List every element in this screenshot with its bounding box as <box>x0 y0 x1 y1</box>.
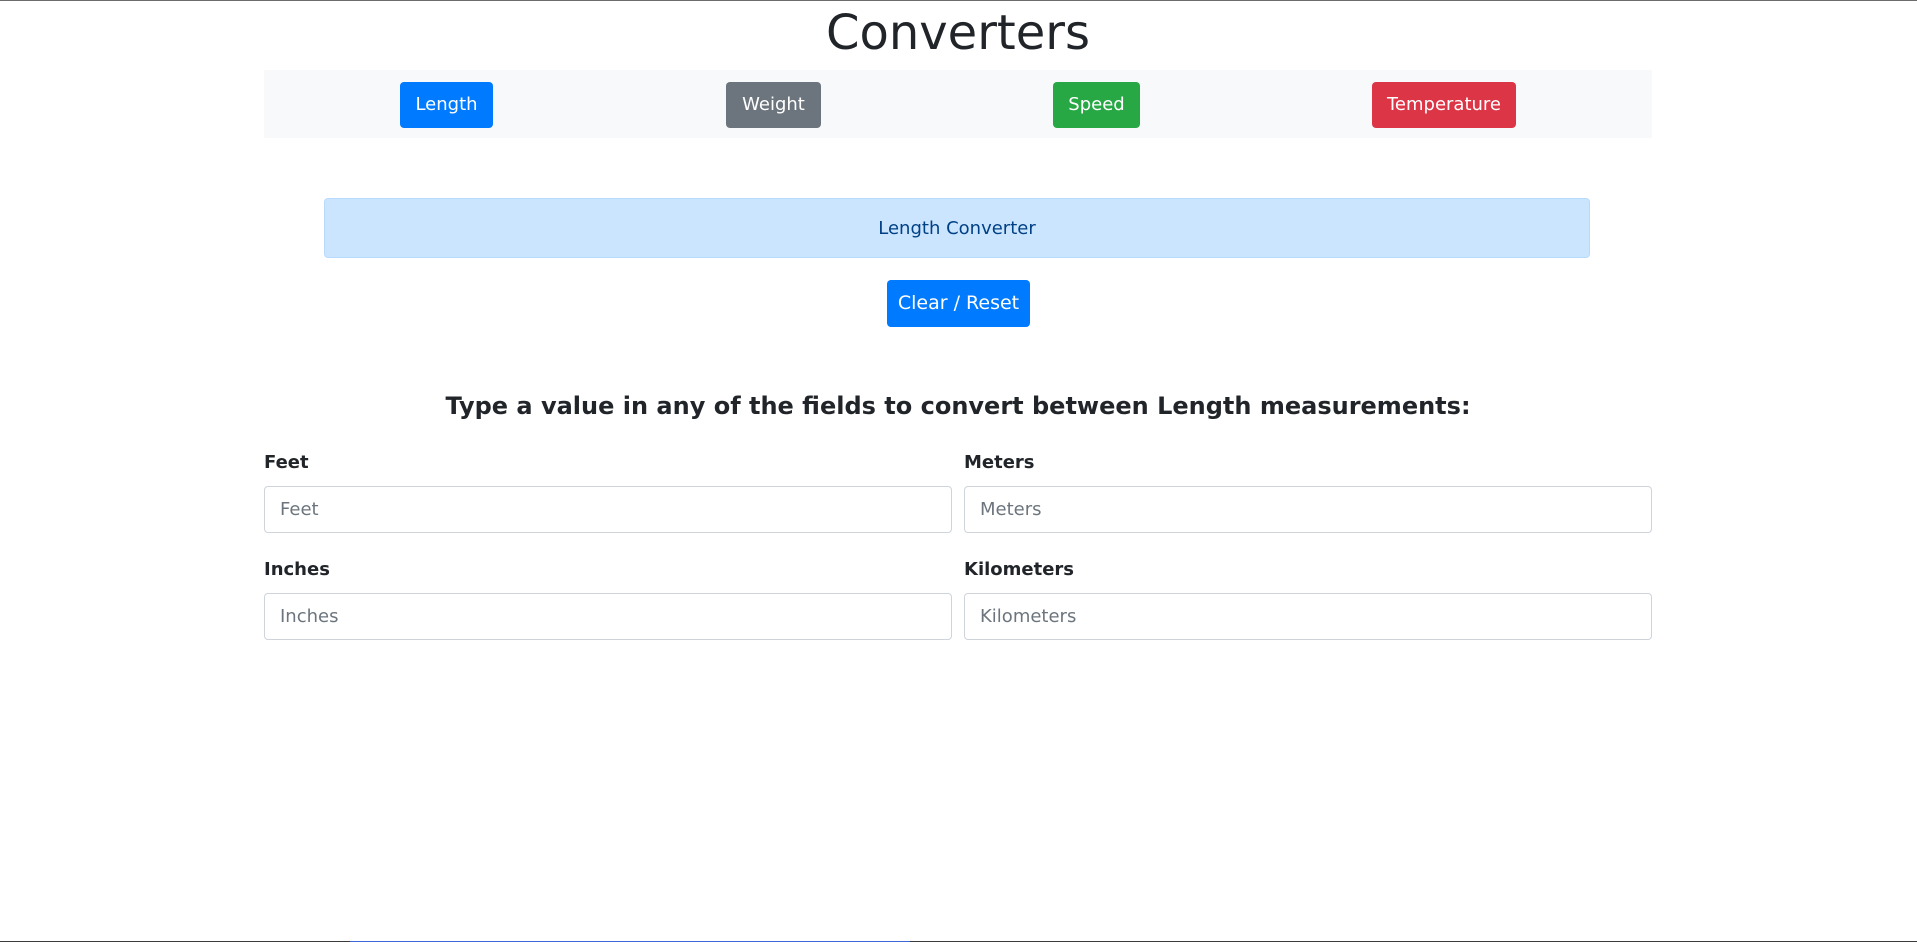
clear-reset-button[interactable]: Clear / Reset <box>887 280 1030 327</box>
meters-input[interactable] <box>964 486 1652 533</box>
weight-button[interactable]: Weight <box>726 82 821 128</box>
feet-input[interactable] <box>264 486 952 533</box>
temperature-button[interactable]: Temperature <box>1372 82 1516 128</box>
speed-button[interactable]: Speed <box>1053 82 1140 128</box>
feet-label: Feet <box>264 452 309 473</box>
kilometers-input[interactable] <box>964 593 1652 640</box>
length-button[interactable]: Length <box>400 82 493 128</box>
window-top-border <box>0 0 1917 1</box>
inches-label: Inches <box>264 559 330 580</box>
instructions-heading: Type a value in any of the fields to con… <box>445 392 1471 420</box>
converter-nav: Length Weight Speed Temperature <box>264 70 1652 138</box>
converter-heading-alert: Length Converter <box>324 198 1590 258</box>
page-title: Converters <box>825 5 1091 61</box>
kilometers-label: Kilometers <box>964 559 1075 580</box>
inches-input[interactable] <box>264 593 952 640</box>
meters-label: Meters <box>964 452 1035 473</box>
